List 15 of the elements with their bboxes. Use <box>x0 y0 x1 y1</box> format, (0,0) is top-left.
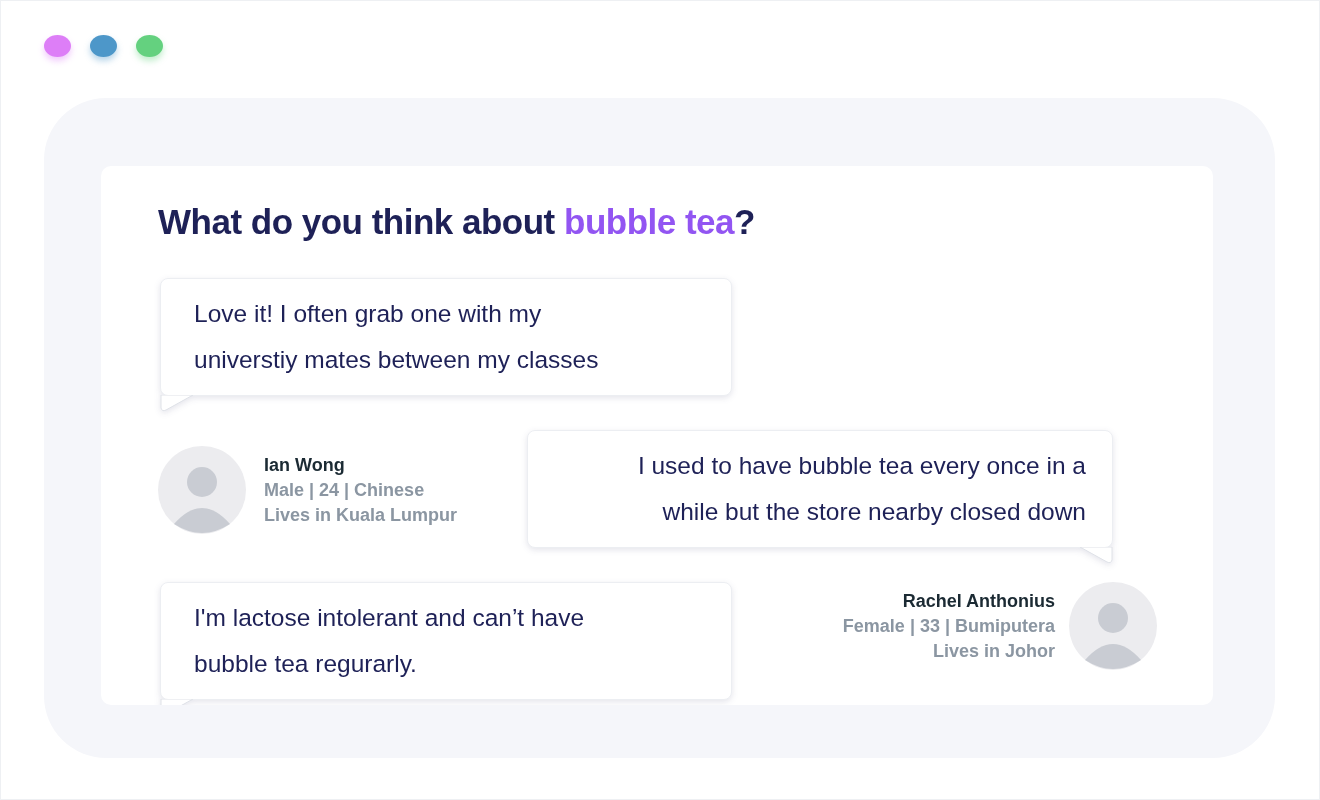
response-text: I used to have bubble tea every once in a while but the store nearby closed down <box>636 451 1086 527</box>
respondent-location: Lives in Kuala Lumpur <box>264 503 458 527</box>
question-title: What do you think about bubble tea? <box>158 201 756 243</box>
avatar-icon <box>158 446 246 534</box>
response-text: Love it! I often grab one with my universtiy mates between my classes <box>194 299 600 375</box>
window-dot-icon <box>90 35 117 57</box>
window-dot-icon <box>44 35 71 57</box>
window-dot-icon <box>136 35 163 57</box>
avatar-icon <box>1069 582 1157 670</box>
respondent-name: Ian Wong <box>264 453 346 477</box>
respondent-details: Female | 33 | Bumiputera <box>842 614 1055 638</box>
response-text: I'm lactose intolerant and can’t have bubble tea regurarly. <box>194 603 586 679</box>
respondent-location: Lives in Johor <box>931 639 1055 663</box>
respondent-details: Male | 24 | Chinese <box>264 478 426 502</box>
respondent-name: Rachel Anthonius <box>901 589 1055 613</box>
